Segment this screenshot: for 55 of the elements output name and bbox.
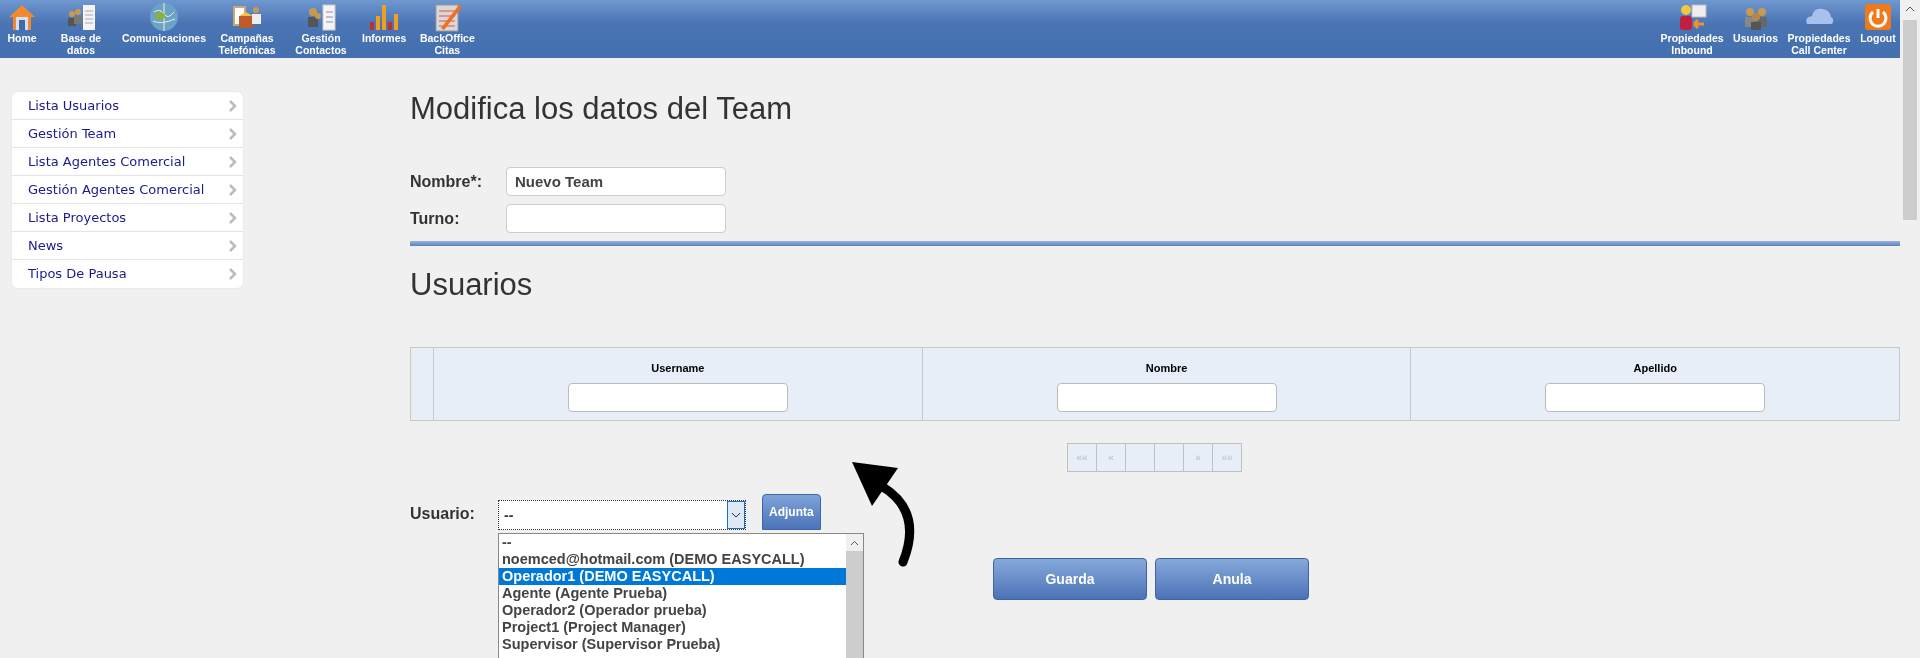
sidebar-item[interactable]: Gestión Agentes Comercial (12, 176, 243, 204)
field-label: Nombre*: (410, 171, 483, 192)
input-field[interactable] (506, 204, 726, 234)
scroll-up-icon[interactable] (850, 539, 859, 546)
chevron-right-icon (229, 268, 237, 280)
dropdown-option[interactable]: noemced@hotmail.com (DEMO EASYCALL) (499, 551, 846, 569)
cancel-button[interactable]: Anula (1155, 558, 1309, 601)
toolbar-button[interactable]: Base de datos (44, 0, 118, 56)
toolbar-button[interactable]: Campañas Telefónicas (210, 0, 285, 56)
dropdown-option[interactable]: Operador1 (DEMO EASYCALL) (499, 568, 846, 586)
caret-icon[interactable] (731, 512, 741, 519)
toolbar-button[interactable]: Usuarios (1729, 0, 1782, 44)
save-button[interactable]: Guarda (993, 558, 1147, 601)
page-button[interactable] (1125, 443, 1155, 473)
input-field[interactable]: Nuevo Team (506, 167, 726, 197)
attach-button[interactable]: Adjunta (762, 494, 821, 531)
filter-field[interactable] (1545, 382, 1766, 412)
chevron-right-icon (229, 239, 237, 252)
sidebar-item[interactable]: Gestión Team (12, 120, 243, 148)
chevron-right-icon (229, 211, 237, 224)
toolbar-button[interactable]: BackOffice Citas (410, 0, 485, 56)
scrollbar-thumb[interactable] (1903, 20, 1917, 220)
column-header: Username (651, 361, 705, 377)
toolbar-button[interactable]: Informes (358, 0, 411, 44)
dropdown-option[interactable]: -- (499, 534, 846, 552)
filter-field[interactable] (1056, 382, 1277, 412)
dropdown-option[interactable]: Project1 (Project Manager) (499, 619, 846, 637)
page-button[interactable] (1154, 443, 1184, 473)
toolbar-button[interactable]: Propiedades Inbound (1655, 0, 1730, 56)
chevron-right-icon (229, 99, 237, 112)
field-label: Turno: (410, 208, 461, 229)
sidebar-item[interactable]: Lista Agentes Comercial (12, 148, 243, 176)
sidebar-item[interactable]: Lista Proyectos (12, 204, 243, 232)
toolbar-button[interactable]: Propiedades Call Center (1782, 0, 1856, 56)
page-title: Modifica los datos del Team (410, 90, 793, 128)
toolbar-button[interactable]: Home (0, 0, 44, 44)
column-header: Nombre (1145, 361, 1188, 377)
chevron-right-icon (229, 155, 237, 168)
filter-field[interactable] (567, 382, 788, 412)
sidebar-item[interactable]: Lista Usuarios (12, 92, 243, 120)
chevron-right-icon (229, 127, 237, 140)
chevron-right-icon (229, 183, 237, 196)
dropdown-option[interactable]: Operador2 (Operador prueba) (499, 602, 846, 620)
dropdown-option[interactable]: Supervisor (Supervisor Prueba) (499, 636, 846, 654)
toolbar-button[interactable]: Logout (1856, 0, 1900, 44)
user-select[interactable]: -- (498, 500, 746, 531)
column-header: Apellido (1633, 361, 1677, 377)
sidebar-item[interactable]: News (12, 232, 243, 260)
scrollbar[interactable] (846, 534, 863, 658)
toolbar-button[interactable]: Gestión Contactos (284, 0, 359, 56)
section-title: Usuarios (410, 266, 534, 304)
sidebar-item[interactable]: Tipos De Pausa (12, 260, 243, 288)
field-label: Usuario: (410, 504, 476, 525)
dropdown-option[interactable]: Agente (Agente Prueba) (499, 585, 846, 603)
toolbar-button[interactable]: Comunicaciones (118, 0, 211, 44)
